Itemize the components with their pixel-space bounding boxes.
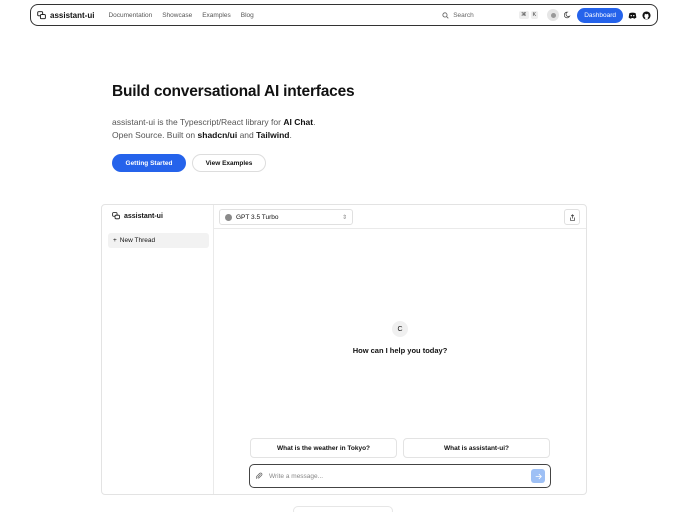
chevron-up-down-icon: ⇕ bbox=[341, 214, 347, 221]
share-icon bbox=[569, 213, 575, 221]
hero-sub-tailwind: Tailwind bbox=[256, 129, 290, 140]
search-icon bbox=[442, 11, 449, 19]
discord-icon[interactable] bbox=[628, 11, 637, 20]
getting-started-button[interactable]: Getting Started bbox=[112, 154, 186, 172]
moon-icon[interactable] bbox=[564, 11, 572, 19]
hero-sub-text-2: Open Source. Built on bbox=[112, 129, 198, 140]
share-button[interactable] bbox=[564, 209, 580, 225]
nav-links: Documentation Showcase Examples Blog bbox=[108, 12, 253, 19]
new-thread-label: New Thread bbox=[119, 237, 156, 244]
openai-logo-icon bbox=[225, 213, 232, 221]
nav-link-showcase[interactable]: Showcase bbox=[162, 12, 192, 19]
message-composer bbox=[249, 464, 551, 488]
chat-bubbles-icon bbox=[112, 212, 120, 220]
kbd-k: K bbox=[530, 11, 539, 19]
hero-subtitle: assistant-ui is the Typescript/React lib… bbox=[112, 116, 315, 141]
send-icon bbox=[535, 473, 542, 479]
hero-sub-and: and bbox=[237, 129, 257, 140]
search-placeholder: Search bbox=[453, 11, 474, 19]
thread-sidebar: assistant-ui + New Thread bbox=[102, 205, 214, 494]
search-shortcut: ⌘ K bbox=[519, 11, 539, 19]
bottom-section-peek bbox=[293, 506, 393, 512]
nav-link-documentation[interactable]: Documentation bbox=[108, 12, 152, 19]
search-button[interactable]: Search ⌘ K bbox=[438, 8, 542, 22]
paperclip-icon[interactable] bbox=[255, 472, 263, 480]
suggestion-weather-button[interactable]: What is the weather in Tokyo? bbox=[250, 438, 397, 458]
nav-link-examples[interactable]: Examples bbox=[202, 12, 231, 19]
hero-sub-period: . bbox=[313, 117, 316, 127]
demo-brand-name: assistant-ui bbox=[124, 212, 163, 220]
github-icon[interactable] bbox=[642, 10, 651, 20]
dashboard-button[interactable]: Dashboard bbox=[577, 7, 623, 23]
welcome-message: How can I help you today? bbox=[352, 346, 448, 355]
new-thread-button[interactable]: + New Thread bbox=[108, 233, 209, 248]
nav-link-blog[interactable]: Blog bbox=[241, 12, 254, 19]
chat-topbar: GPT 3.5 Turbo ⇕ bbox=[214, 205, 586, 229]
assistant-avatar: C bbox=[392, 321, 408, 337]
view-examples-button[interactable]: View Examples bbox=[192, 154, 266, 172]
theme-toggle-button[interactable] bbox=[547, 9, 560, 21]
demo-brand: assistant-ui bbox=[112, 212, 163, 220]
hero-sub-shadcn: shadcn/ui bbox=[197, 129, 238, 140]
model-name: GPT 3.5 Turbo bbox=[236, 213, 279, 221]
top-navbar: assistant-ui Documentation Showcase Exam… bbox=[30, 4, 658, 26]
hero-sub-text: assistant-ui is the Typescript/React lib… bbox=[112, 117, 284, 127]
nav-actions: Search ⌘ K Dashboard bbox=[438, 7, 651, 23]
chat-bubbles-icon bbox=[37, 10, 46, 19]
hero-subtitle-line-1: assistant-ui is the Typescript/React lib… bbox=[112, 116, 315, 129]
plus-icon: + bbox=[113, 237, 117, 244]
hero-sub-period-2: . bbox=[289, 129, 292, 140]
brand-name: assistant-ui bbox=[50, 10, 95, 20]
send-button[interactable] bbox=[531, 469, 545, 483]
message-input[interactable] bbox=[269, 472, 525, 480]
hero-subtitle-line-2: Open Source. Built on shadcn/ui and Tail… bbox=[112, 129, 315, 142]
sun-icon bbox=[550, 12, 556, 18]
brand-logo-link[interactable]: assistant-ui bbox=[37, 11, 94, 20]
suggestion-assistant-ui-button[interactable]: What is assistant-ui? bbox=[403, 438, 550, 458]
model-select[interactable]: GPT 3.5 Turbo ⇕ bbox=[219, 209, 353, 225]
kbd-cmd: ⌘ bbox=[519, 11, 529, 19]
hero-title: Build conversational AI interfaces bbox=[112, 83, 355, 100]
hero-sub-ai-chat: AI Chat bbox=[283, 117, 314, 127]
